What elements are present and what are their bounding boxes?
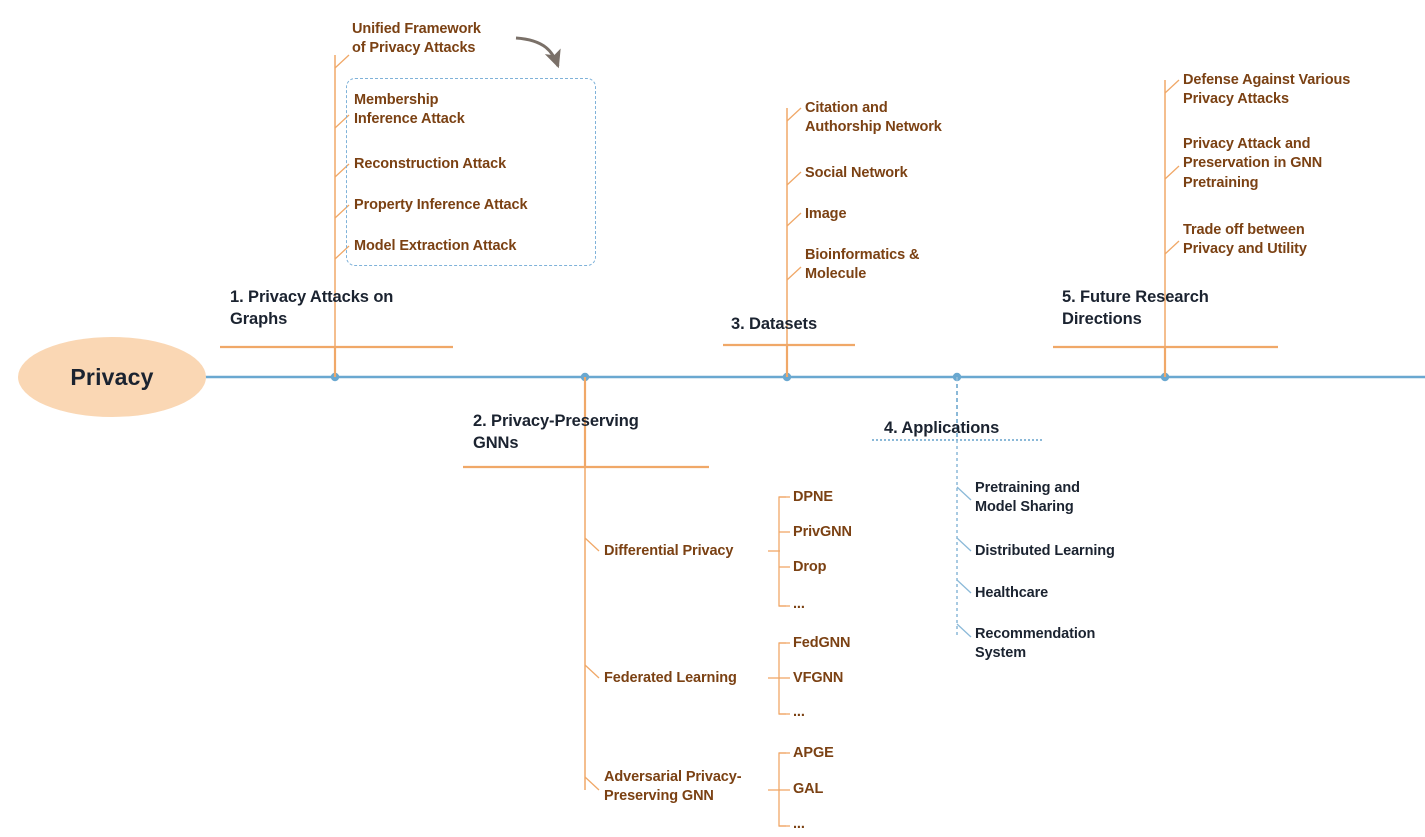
- sub-item-reconstruction-attack[interactable]: Reconstruction Attack: [354, 155, 506, 174]
- leaf-fedgnn[interactable]: FedGNN: [793, 634, 851, 653]
- leaf-vfgnn[interactable]: VFGNN: [793, 669, 843, 688]
- root-label: Privacy: [70, 363, 154, 390]
- branch2-tick-dp: [584, 537, 600, 552]
- branch4-tick-0: [956, 486, 972, 501]
- sub-item-healthcare[interactable]: Healthcare: [975, 584, 1048, 603]
- leaf-gal[interactable]: GAL: [793, 780, 823, 799]
- branch-title-privacy-attacks-on-graphs[interactable]: 1. Privacy Attacks on Graphs: [230, 287, 393, 331]
- sub-item-distributed-learning[interactable]: Distributed Learning: [975, 542, 1115, 561]
- spine-node-3: [782, 372, 792, 382]
- leaf-apg-more: ...: [793, 816, 805, 832]
- leaf-apge[interactable]: APGE: [793, 744, 834, 763]
- branch-title-datasets[interactable]: 3. Datasets: [731, 314, 817, 336]
- curved-arrow-icon: [515, 36, 561, 69]
- branch-title-future-research-directions[interactable]: 5. Future Research Directions: [1062, 287, 1209, 331]
- leaf-dpne[interactable]: DPNE: [793, 488, 833, 507]
- connector-lines: [202, 36, 1425, 827]
- spine-node-5: [1160, 372, 1170, 382]
- branch-title-applications[interactable]: 4. Applications: [884, 418, 999, 440]
- sub-item-defense-against-various-privacy-attacks[interactable]: Defense Against Various Privacy Attacks: [1183, 71, 1350, 110]
- branch5-tick-1: [1164, 165, 1180, 180]
- sub-item-adversarial-privacy-preserving-gnn[interactable]: Adversarial Privacy- Preserving GNN: [604, 768, 742, 807]
- branch4-tick-3: [956, 623, 972, 638]
- dp-bracket: [778, 496, 786, 607]
- sub-item-trade-off-between-privacy-and-utility[interactable]: Trade off between Privacy and Utility: [1183, 221, 1307, 260]
- sub-item-citation-and-authorship-network[interactable]: Citation and Authorship Network: [805, 99, 942, 138]
- branch3-tick-2: [786, 212, 802, 227]
- spine-node-2: [580, 372, 590, 382]
- branch5-tick-2: [1164, 240, 1180, 255]
- sub-item-social-network[interactable]: Social Network: [805, 164, 908, 183]
- sub-item-recommendation-system[interactable]: Recommendation System: [975, 625, 1095, 664]
- branch3-tick-0: [786, 107, 802, 122]
- sub-item-differential-privacy[interactable]: Differential Privacy: [604, 542, 733, 561]
- unified-framework-caption: Unified Framework of Privacy Attacks: [352, 21, 481, 57]
- branch2-tick-apg: [584, 776, 600, 791]
- branch1-tick-0: [334, 54, 350, 69]
- apg-bracket: [778, 752, 786, 827]
- leaf-drop[interactable]: Drop: [793, 558, 827, 577]
- sub-item-image[interactable]: Image: [805, 205, 847, 224]
- branch3-tick-1: [786, 171, 802, 186]
- sub-item-pretraining-and-model-sharing[interactable]: Pretraining and Model Sharing: [975, 479, 1080, 518]
- sub-item-model-extraction-attack[interactable]: Model Extraction Attack: [354, 237, 516, 256]
- spine-node-1: [330, 372, 340, 382]
- leaf-dp-more: ...: [793, 596, 805, 612]
- root-node[interactable]: Privacy: [18, 337, 206, 417]
- branch2-tick-fl: [584, 664, 600, 679]
- leaf-fl-more: ...: [793, 704, 805, 720]
- branch5-tick-0: [1164, 79, 1180, 94]
- sub-item-bioinformatics-and-molecule[interactable]: Bioinformatics & Molecule: [805, 246, 920, 285]
- leaf-privgnn[interactable]: PrivGNN: [793, 523, 852, 542]
- branch-title-privacy-preserving-gnns[interactable]: 2. Privacy-Preserving GNNs: [473, 411, 639, 455]
- sub-item-federated-learning[interactable]: Federated Learning: [604, 669, 737, 688]
- spine-node-4: [952, 372, 962, 382]
- branch3-tick-3: [786, 266, 802, 281]
- sub-item-property-inference-attack[interactable]: Property Inference Attack: [354, 196, 528, 215]
- branch4-tick-1: [956, 537, 972, 552]
- fl-bracket: [778, 642, 786, 715]
- mindmap-canvas: Privacy Unified Framework of Privacy Att…: [0, 0, 1425, 837]
- branch4-tick-2: [956, 579, 972, 594]
- sub-item-privacy-attack-and-preservation-in-gnn-pretraining[interactable]: Privacy Attack and Preservation in GNN P…: [1183, 135, 1322, 193]
- sub-item-membership-inference-attack[interactable]: Membership Inference Attack: [354, 91, 465, 130]
